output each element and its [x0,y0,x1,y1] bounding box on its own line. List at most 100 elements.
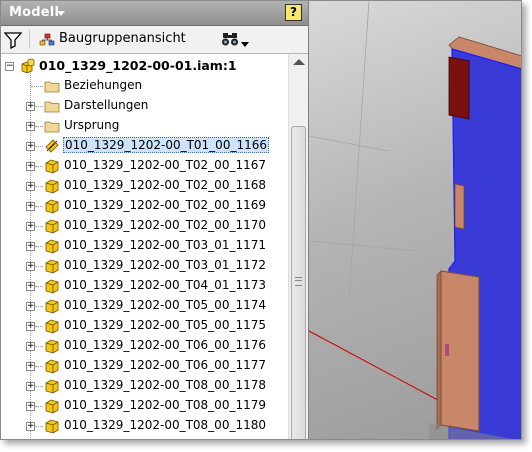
tree-part-item[interactable]: + 010_1329_1202-00_T02_00_1170 [1,216,288,236]
folder-icon [44,121,60,133]
tree-part-label[interactable]: 010_1329_1202-00_T05_00_1174 [64,298,266,312]
browser-title[interactable]: Modell [9,5,59,20]
tree-part-label[interactable]: 010_1329_1202-00_T02_00_1170 [64,218,266,232]
expand-toggle[interactable]: + [26,282,35,291]
folder-icon [44,81,60,93]
tree-connector [35,106,43,107]
tree-part-item[interactable]: + 010_1329_1202-00_T03_01_1172 [1,256,288,276]
tree-part-item[interactable]: + 010_1329_1202-00_T06_00_1176 [1,336,288,356]
tree-part-label[interactable]: 010_1329_1202-00_T08_00_1179 [64,398,266,412]
tree-folder-label[interactable]: Beziehungen [64,78,142,92]
expand-toggle[interactable]: + [26,262,35,271]
expand-toggle[interactable]: + [26,422,35,431]
help-button[interactable]: ? [285,4,302,21]
tree-part-item[interactable]: + 010_1329_1202-00_T08_00_1180 [1,416,288,436]
expand-toggle[interactable]: + [26,382,35,391]
model-browser: Modell ? Baugruppenansicht − 010_1329_12… [1,1,309,439]
expand-toggle[interactable]: + [26,102,35,111]
tree-connector [35,306,43,307]
graphics-viewport[interactable] [309,1,522,440]
tree-part-label[interactable]: 010_1329_1202-00_T06_00_1177 [64,358,266,372]
part-icon [45,259,59,274]
part-icon [45,399,59,414]
tree-part-label[interactable]: 010_1329_1202-00_T06_00_1176 [64,338,266,352]
tree-folder-label[interactable]: Darstellungen [64,98,148,112]
tree-part-label[interactable]: 010_1329_1202-00_T02_00_1168 [64,178,266,192]
tree-part-item[interactable]: + 010_1329_1202-00_T04_01_1173 [1,276,288,296]
tree-connector [35,326,43,327]
tree-part-item[interactable]: + 010_1329_1202-00_T01_00_1166 [1,136,288,156]
tree-part-item[interactable]: + 010_1329_1202-00_T08_00_1178 [1,376,288,396]
expand-toggle[interactable]: + [26,322,35,331]
tree-part-label[interactable]: 010_1329_1202-00_T08_00_1178 [64,378,266,392]
tree-folder-item[interactable]: Beziehungen [1,76,288,96]
tree-connector [31,86,43,87]
view-dropdown[interactable]: Baugruppenansicht [39,30,249,50]
tree-part-item[interactable]: + 010_1329_1202-00_T03_01_1171 [1,236,288,256]
collapse-toggle[interactable]: − [5,62,14,71]
part-icon [45,219,59,234]
chevron-down-icon[interactable] [241,42,249,47]
tree-part-label[interactable]: 010_1329_1202-00_T03_01_1171 [64,238,266,252]
expand-toggle[interactable]: + [26,122,35,131]
filter-icon[interactable] [4,31,22,49]
expand-toggle[interactable]: + [26,362,35,371]
expand-toggle[interactable]: + [26,242,35,251]
tree-connector [35,126,43,127]
tree-part-label[interactable]: 010_1329_1202-00_T04_01_1173 [64,278,266,292]
expand-toggle[interactable]: + [26,162,35,171]
tree-part-label[interactable]: 010_1329_1202-00_T03_01_1172 [64,258,266,272]
tree-connector [35,146,43,147]
constraint-part-icon [45,139,59,153]
tree-part-label[interactable]: 010_1329_1202-00_T08_00_1180 [64,418,266,432]
view-label[interactable]: Baugruppenansicht [59,31,186,46]
expand-toggle[interactable]: + [26,182,35,191]
tree-root-item[interactable]: − 010_1329_1202-00-01.iam:1 [1,56,288,76]
tree-part-item[interactable]: + 010_1329_1202-00_T02_00_1168 [1,176,288,196]
assembly-icon [21,58,35,74]
tree-part-label[interactable]: 010_1329_1202-00_T02_00_1169 [64,198,266,212]
binoculars-icon[interactable] [221,30,239,48]
tree-part-item[interactable]: + 010_1329_1202-00_T05_00_1174 [1,296,288,316]
model-tree: − 010_1329_1202-00-01.iam:1 Beziehungen … [1,54,288,439]
tree-folder-item[interactable]: + Darstellungen [1,96,288,116]
browser-title-bar[interactable]: Modell ? [1,1,308,26]
part-icon [45,199,59,214]
expand-toggle[interactable]: + [26,202,35,211]
tree-connector [35,406,43,407]
expand-toggle[interactable]: + [26,342,35,351]
tree-part-item[interactable]: + 010_1329_1202-00_T05_00_1175 [1,316,288,336]
tree-scrollbar[interactable] [288,54,308,439]
tree-part-label[interactable]: 010_1329_1202-00_T05_00_1175 [64,318,266,332]
expand-toggle[interactable]: + [26,402,35,411]
expand-toggle[interactable]: + [26,142,35,151]
part-icon [45,319,59,334]
part-icon [45,339,59,354]
tree-folder-label[interactable]: Ursprung [64,118,119,132]
tree-part-item[interactable]: + 010_1329_1202-00_T08_00_1179 [1,396,288,416]
tree-part-label[interactable]: 010_1329_1202-00_T02_00_1167 [64,158,266,172]
grid-line [309,1,430,392]
tree-connector [35,386,43,387]
bracket-part [454,183,465,230]
expand-toggle[interactable]: + [26,302,35,311]
tree-part-label[interactable]: 010_1329_1202-00_T01_00_1166 [63,137,269,153]
part-icon [45,379,59,394]
scroll-thumb[interactable] [291,126,306,439]
tree-part-item[interactable]: + 010_1329_1202-00_T02_00_1169 [1,196,288,216]
part-icon [45,359,59,374]
tree-part-item[interactable]: + 010_1329_1202-00_T06_00_1177 [1,356,288,376]
tree-folder-item[interactable]: + Ursprung [1,116,288,136]
red-panel-part [448,56,470,120]
tree-connector [35,246,43,247]
expand-toggle[interactable]: + [26,222,35,231]
tree-root-label[interactable]: 010_1329_1202-00-01.iam:1 [39,58,237,73]
scroll-up-arrow-icon[interactable] [293,59,305,65]
chevron-down-icon[interactable] [57,11,65,16]
assembly-view-icon [39,33,55,46]
model-3d-view[interactable] [309,1,522,440]
tree-connector [35,286,43,287]
tree-connector [35,206,43,207]
part-icon [45,159,59,174]
tree-part-item[interactable]: + 010_1329_1202-00_T02_00_1167 [1,156,288,176]
